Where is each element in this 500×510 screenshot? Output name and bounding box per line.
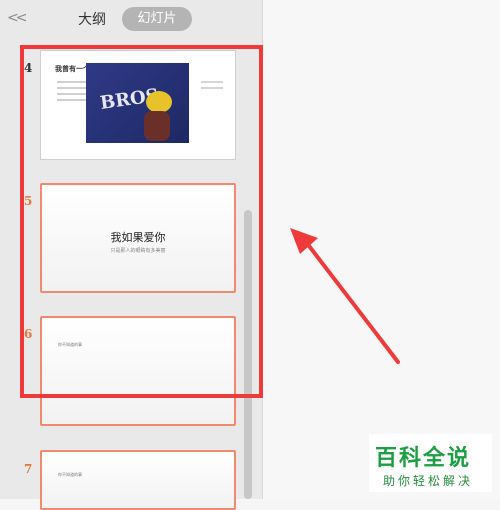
watermark-title: 百科全说 xyxy=(375,446,472,471)
annotation-arrow-icon xyxy=(290,228,400,364)
watermark-logo: 百科全说 助你轻松解决 xyxy=(369,434,492,492)
watermark-subtitle: 助你轻松解决 xyxy=(383,474,474,488)
